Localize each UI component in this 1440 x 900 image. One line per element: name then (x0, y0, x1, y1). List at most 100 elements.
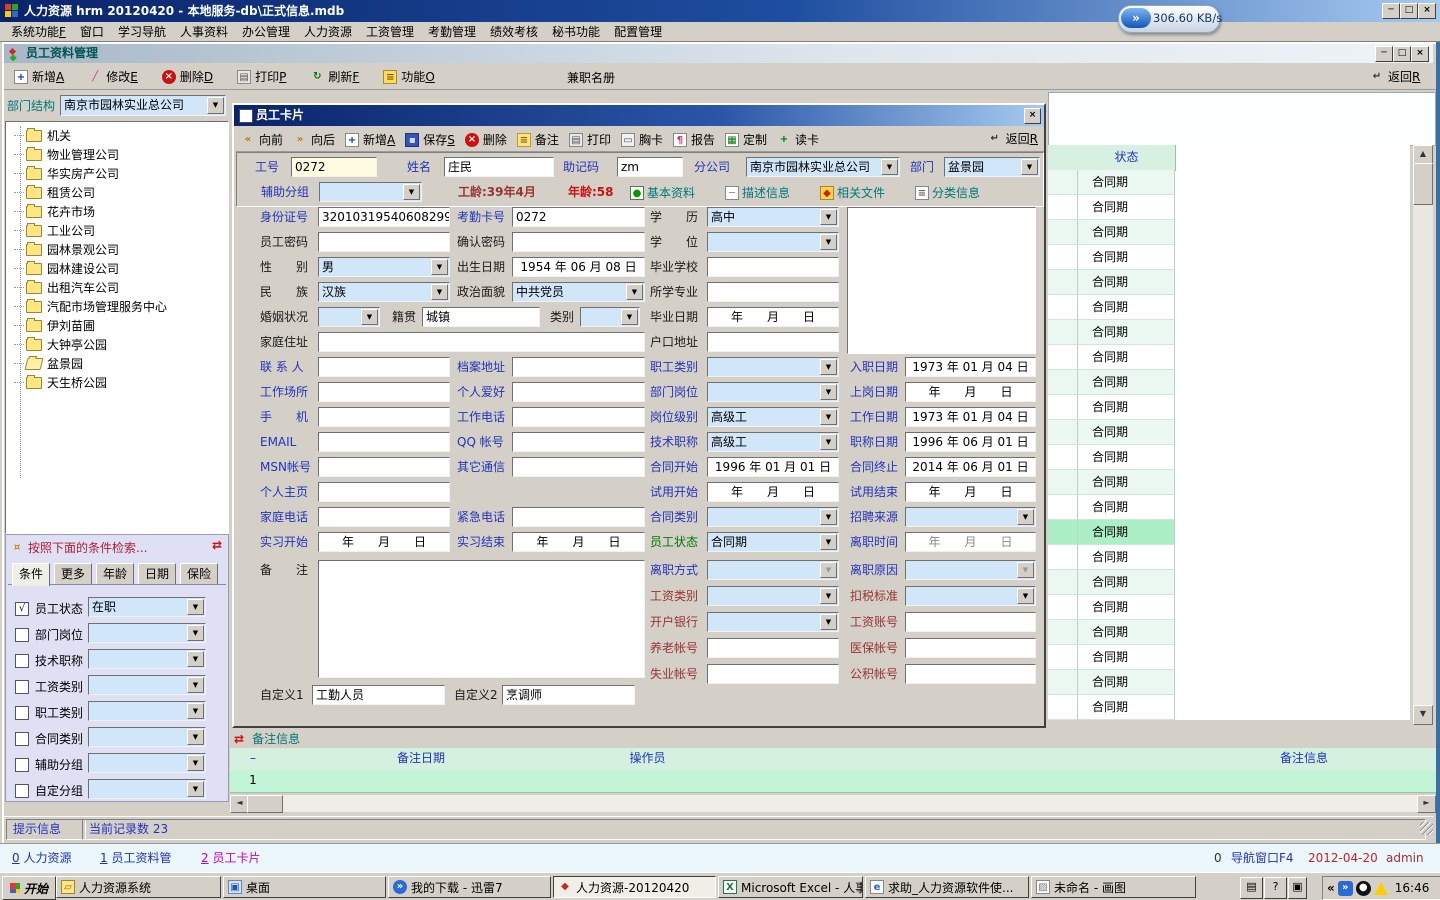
grid-cell-status[interactable]: 合同期 (1078, 370, 1175, 395)
dropdown[interactable]: ▼ (905, 507, 1036, 527)
swap-icon[interactable]: ⇄ (212, 538, 222, 552)
grid-cell-status[interactable]: 合同期 (1078, 420, 1175, 445)
filter-tab-1[interactable]: 更多 (54, 563, 92, 584)
card-toolbar-button-1[interactable]: »向后 (290, 130, 338, 149)
card-toolbar-button-9[interactable]: ▦定制 (722, 130, 770, 149)
grid-cell-status[interactable]: 合同期 (1078, 520, 1175, 545)
condition-checkbox[interactable]: √ (15, 602, 29, 616)
condition-select[interactable]: ▼ (88, 649, 206, 669)
condition-select[interactable]: ▼ (88, 779, 206, 799)
grid-cell-status[interactable]: 合同期 (1078, 220, 1175, 245)
grid-row-indicator[interactable] (1048, 195, 1078, 220)
scroll-up-button[interactable]: ▲ (1413, 145, 1433, 165)
toolbar-button-2[interactable]: ×删除D (156, 66, 219, 87)
grid-row-indicator[interactable] (1048, 620, 1078, 645)
chevron-down-icon[interactable]: ▼ (187, 755, 204, 771)
grid-cell-status[interactable]: 合同期 (1078, 570, 1175, 595)
scroll-thumb[interactable] (1413, 163, 1433, 205)
card-toolbar-button-7[interactable]: ▭胸卡 (618, 130, 666, 149)
chevron-down-icon[interactable]: ▼ (431, 284, 448, 300)
text-input[interactable] (318, 482, 450, 502)
dropdown[interactable]: 高级工▼ (707, 432, 839, 452)
tree-item-3[interactable]: 租赁公司 (14, 184, 95, 201)
keyboard-icon[interactable]: ▤ (1240, 877, 1263, 899)
chevron-down-icon[interactable]: ▼ (361, 309, 378, 325)
text-input[interactable] (318, 507, 450, 527)
menu-item-7[interactable]: 考勤管理 (421, 23, 483, 40)
tree-item-4[interactable]: 花卉市场 (14, 203, 95, 220)
chevron-down-icon[interactable]: ▼ (621, 309, 638, 325)
dropdown[interactable]: ▼ (707, 612, 839, 632)
menu-item-4[interactable]: 办公管理 (235, 23, 297, 40)
text-input[interactable]: 0272 (512, 207, 645, 227)
grid-row-indicator[interactable] (1048, 220, 1078, 245)
chevron-down-icon[interactable]: ▼ (187, 677, 204, 693)
chevron-down-icon[interactable]: ▼ (207, 97, 224, 114)
text-input[interactable] (707, 638, 839, 658)
tree-item-1[interactable]: 物业管理公司 (14, 146, 119, 163)
menu-item-6[interactable]: 工资管理 (359, 23, 421, 40)
chevron-down-icon[interactable]: ▼ (187, 781, 204, 797)
menu-item-10[interactable]: 配置管理 (607, 23, 669, 40)
taskbar-item-5[interactable]: e求助_人力资源软件使... (865, 876, 1029, 898)
window-tab-0[interactable]: 0 人力资源 (12, 844, 71, 872)
chevron-down-icon[interactable]: ▼ (820, 359, 837, 375)
tree-item-10[interactable]: 伊刘苗圃 (14, 317, 95, 334)
chevron-down-icon[interactable]: ▼ (403, 184, 420, 200)
minimize-button[interactable]: ─ (1382, 3, 1400, 19)
taskbar-item-4[interactable]: XMicrosoft Excel - 人事资... (718, 876, 863, 898)
filter-tab-4[interactable]: 保险 (180, 563, 218, 584)
text-input[interactable] (512, 507, 645, 527)
grid-row-indicator[interactable] (1048, 570, 1078, 595)
grid-row-indicator[interactable] (1048, 295, 1078, 320)
text-input[interactable] (318, 332, 645, 352)
condition-checkbox[interactable] (15, 654, 29, 668)
chevron-down-icon[interactable]: ▼ (881, 159, 898, 175)
taskbar-item-2[interactable]: »我的下载 - 迅雷7 (388, 876, 551, 898)
grid-row-indicator[interactable] (1048, 270, 1078, 295)
text-input[interactable] (905, 612, 1036, 632)
taskbar-item-3[interactable]: ◆人力资源-20120420 (553, 876, 716, 898)
chevron-down-icon[interactable]: ▼ (820, 534, 837, 550)
toolbar-button-1[interactable]: ╱修改E (82, 66, 144, 87)
text-input[interactable] (318, 357, 450, 377)
notes-textarea[interactable] (318, 560, 645, 678)
grid-cell-status[interactable]: 合同期 (1078, 245, 1175, 270)
text-input[interactable] (905, 664, 1036, 684)
toolbar-button-4[interactable]: ↻刷新F (304, 66, 365, 87)
text-input[interactable] (512, 432, 645, 452)
menu-item-2[interactable]: 学习导航 (111, 23, 173, 40)
taskbar-item-1[interactable]: ▣桌面 (223, 876, 386, 898)
tray-chevron[interactable]: « (1327, 881, 1335, 895)
toolbar-button-5[interactable]: ≡功能O (377, 66, 440, 87)
chevron-down-icon[interactable]: ▼ (1017, 588, 1034, 604)
grid-row-indicator[interactable] (1048, 345, 1078, 370)
dropdown[interactable]: ▼ (707, 232, 839, 252)
date-input[interactable]: 年 月 日 (905, 482, 1036, 502)
grid-cell-status[interactable]: 合同期 (1078, 295, 1175, 320)
text-input[interactable] (512, 382, 645, 402)
window-tab-2[interactable]: 2 员工卡片 (201, 844, 260, 872)
dropdown[interactable]: 高级工▼ (707, 407, 839, 427)
aux-group-select[interactable]: ▼ (319, 182, 422, 202)
text-input[interactable] (318, 407, 450, 427)
card-toolbar-button-6[interactable]: ▤打印 (566, 130, 614, 149)
branch-select[interactable]: 南京市园林实业总公司▼ (746, 157, 900, 177)
card-toolbar-button-2[interactable]: +新增A (342, 130, 398, 149)
tree-item-6[interactable]: 园林景观公司 (14, 241, 119, 258)
filter-tab-2[interactable]: 年龄 (96, 563, 134, 584)
chevron-down-icon[interactable]: ▼ (626, 284, 643, 300)
filter-tab-0[interactable]: 条件 (12, 563, 50, 586)
card-toolbar-button-5[interactable]: ≡备注 (514, 130, 562, 149)
menu-item-8[interactable]: 绩效考核 (483, 23, 545, 40)
chevron-down-icon[interactable]: ▼ (187, 599, 204, 615)
resize-grip[interactable] (1420, 822, 1433, 835)
date-input[interactable]: 1973 年 01 月 04 日 (905, 357, 1036, 377)
h-scrollbar[interactable]: ◄ ► (230, 795, 1436, 812)
restore-panel-icon[interactable]: ▣ (1288, 877, 1307, 899)
taskbar-item-0[interactable]: ▱人力资源系统 (56, 876, 221, 898)
text-input[interactable]: 320103195406082999 (318, 207, 450, 227)
text-input[interactable] (318, 457, 450, 477)
chevron-down-icon[interactable]: ▼ (820, 409, 837, 425)
dropdown[interactable]: 中共党员▼ (512, 282, 645, 302)
